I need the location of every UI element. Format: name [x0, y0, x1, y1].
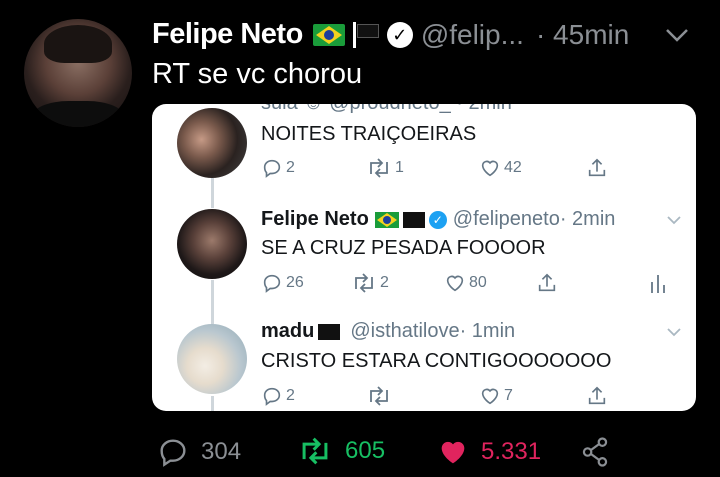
retweet-button[interactable]: 2 — [351, 272, 389, 294]
reply-button[interactable]: 26 — [261, 272, 304, 294]
thread-connector — [211, 396, 214, 411]
reply-button[interactable]: 2 — [261, 385, 295, 407]
black-flag-icon — [318, 323, 341, 340]
retweet-icon — [355, 273, 373, 293]
reply-actions: 26 2 80 — [261, 272, 681, 298]
reply-time[interactable]: · 1min — [460, 320, 516, 343]
share-button[interactable] — [586, 157, 608, 179]
reply-text: NOITES TRAIÇOEIRAS — [261, 123, 477, 145]
reply-author-name[interactable]: madu — [261, 320, 314, 343]
reply-icon — [263, 159, 281, 178]
tweet-time[interactable]: · 45min — [536, 19, 629, 51]
retweet-button[interactable]: 605 — [297, 436, 385, 466]
retweet-button[interactable] — [366, 385, 395, 407]
share-icon — [588, 386, 606, 405]
tweet-header: Felipe Neto ✓ @felip... · 45min — [152, 18, 629, 51]
share-icon — [582, 437, 608, 467]
reply-author-handle[interactable]: @isthatilove — [350, 320, 459, 343]
like-button[interactable]: 7 — [479, 385, 513, 407]
reply-icon — [263, 274, 281, 293]
like-count: 5.331 — [481, 438, 542, 465]
analytics-icon — [651, 275, 665, 293]
share-button[interactable] — [536, 272, 558, 294]
brazil-flag-icon — [374, 211, 399, 228]
verified-icon: ✓ — [428, 210, 447, 229]
heart-icon — [481, 160, 499, 177]
author-avatar[interactable] — [24, 19, 132, 127]
share-button[interactable] — [586, 385, 608, 407]
reply-author-handle[interactable]: @felipeneto — [453, 208, 560, 231]
retweet-button[interactable]: 1 — [366, 157, 404, 179]
reply-header: madu @isthatilove · 1min — [261, 320, 515, 343]
reply-avatar[interactable] — [177, 108, 247, 178]
verified-icon: ✓ — [386, 21, 413, 48]
reply-count: 2 — [286, 387, 295, 404]
like-button[interactable]: 42 — [479, 157, 522, 179]
like-count: 80 — [469, 274, 487, 291]
chevron-down-icon[interactable] — [666, 214, 682, 226]
reply-icon — [263, 387, 281, 406]
like-button[interactable]: 5.331 — [437, 436, 541, 468]
share-icon — [538, 273, 556, 292]
reply-actions: 2 7 — [261, 385, 681, 411]
share-button[interactable] — [580, 436, 610, 468]
analytics-button[interactable] — [649, 272, 667, 294]
thread-connector — [211, 178, 214, 208]
retweet-count: 1 — [395, 159, 404, 176]
reply-header: Felipe Neto ✓ @felipeneto · 2min — [261, 208, 615, 231]
reply-time[interactable]: · 2min — [560, 208, 616, 231]
reply-count: 304 — [201, 438, 242, 465]
author-name[interactable]: Felipe Neto — [152, 18, 303, 51]
retweet-count: 2 — [380, 274, 389, 291]
share-icon — [588, 158, 606, 177]
heart-icon — [446, 275, 464, 292]
retweet-icon — [370, 386, 388, 406]
reply-avatar[interactable] — [177, 324, 247, 394]
reply-count: 26 — [286, 274, 304, 291]
brazil-flag-icon — [312, 23, 345, 46]
like-count: 7 — [504, 387, 513, 404]
reply-author-name[interactable]: Felipe Neto — [261, 208, 369, 231]
thread-connector — [211, 280, 214, 324]
author-handle[interactable]: @felip... — [421, 19, 524, 51]
reply-text: CRISTO ESTARA CONTIGOOOOOOO — [261, 350, 612, 372]
reply-actions: 2 1 42 — [261, 157, 681, 183]
reply-button[interactable]: 304 — [157, 436, 241, 468]
black-flag-icon — [402, 211, 425, 228]
tweet-text: RT se vc chorou — [152, 58, 363, 90]
tweet-action-bar: 304 605 5.331 — [0, 436, 720, 472]
reply-count: 2 — [286, 159, 295, 176]
heart-icon — [441, 441, 465, 464]
retweet-icon — [370, 158, 388, 178]
partial-header-text: sula ☺ @proudneto_ · 2min — [261, 104, 512, 115]
reply-text: SE A CRUZ PESADA FOOOOR — [261, 237, 546, 259]
retweet-count: 605 — [345, 437, 386, 464]
avatar-hair-shape — [44, 25, 112, 63]
reply-avatar[interactable] — [177, 209, 247, 279]
avatar-shirt-shape — [32, 101, 124, 127]
retweet-icon — [302, 437, 328, 465]
chevron-down-icon[interactable] — [666, 326, 682, 338]
quoted-image-card[interactable]: sula ☺ @proudneto_ · 2min NOITES TRAIÇOE… — [152, 104, 696, 411]
like-button[interactable]: 80 — [444, 272, 487, 294]
like-count: 42 — [504, 159, 522, 176]
chevron-down-icon[interactable] — [664, 26, 690, 44]
reply-button[interactable]: 2 — [261, 157, 295, 179]
black-flag-icon — [351, 21, 381, 48]
heart-icon — [481, 388, 499, 405]
reply-icon — [160, 439, 186, 467]
